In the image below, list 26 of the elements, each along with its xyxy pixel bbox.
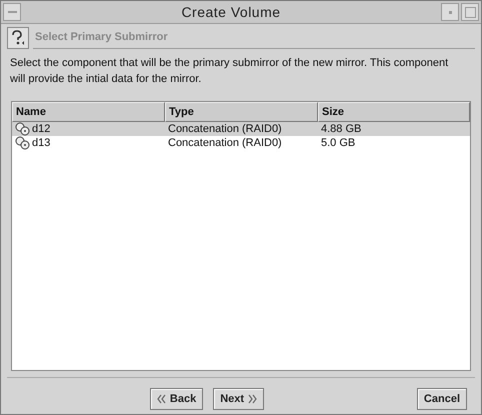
table-cell: 4.88 GB [321,123,362,135]
table-row[interactable]: d12 Concatenation (RAID0) 4.88 GB [12,122,470,136]
table-cell: d12 [32,123,50,135]
double-chevron-left-icon [156,394,166,404]
back-button[interactable]: Back [150,388,204,410]
window-menu-button[interactable] [3,3,21,21]
table-cell: Concatenation (RAID0) [168,137,282,149]
disk-group-icon [15,136,31,150]
table-row[interactable]: d13 Concatenation (RAID0) 5.0 GB [12,136,470,150]
cancel-button[interactable]: Cancel [416,388,467,410]
column-header[interactable]: Name [12,102,165,122]
table-cell: d13 [32,137,50,149]
column-header[interactable]: Size [318,102,470,122]
column-header[interactable]: Type [165,102,318,122]
window-title: Create Volume [180,4,282,20]
table-cell: Concatenation (RAID0) [168,123,282,135]
disk-group-icon [15,122,31,136]
maximize-button[interactable] [461,3,479,21]
table-cell: 5.0 GB [321,137,356,149]
step-title: Select Primary Submirror [33,28,475,48]
description-text: Select the component that will be the primary submirror of the new mirror. This component will provide the intial data for the mirror. [9,56,450,87]
help-icon [9,29,27,47]
double-chevron-right-icon [248,394,258,404]
minimize-button[interactable] [441,3,459,21]
help-button[interactable] [7,27,29,49]
next-button[interactable]: Next [213,388,264,410]
